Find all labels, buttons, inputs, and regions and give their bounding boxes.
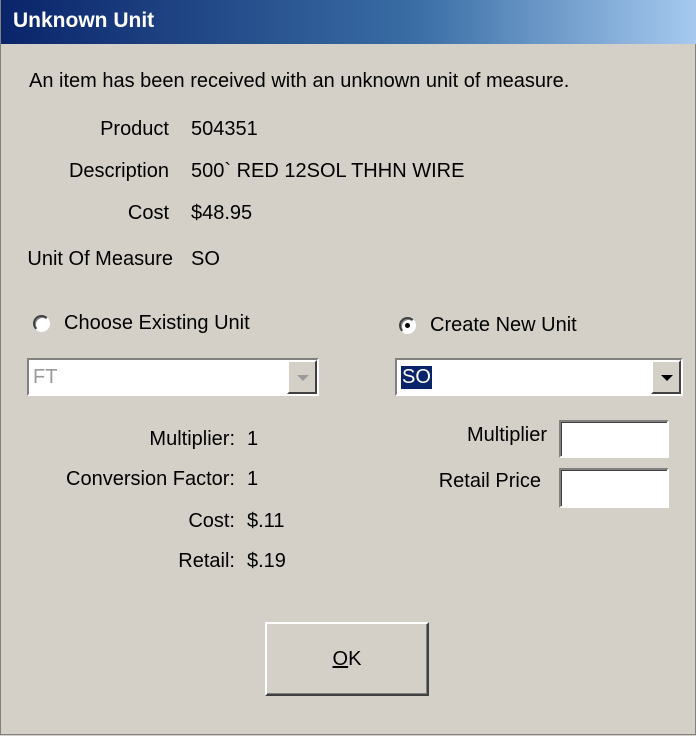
product-value: 504351 bbox=[191, 118, 258, 140]
new-multiplier-label: Multiplier bbox=[466, 424, 547, 446]
existing-unit-dropdown[interactable]: FT bbox=[27, 358, 319, 396]
unknown-unit-dialog: Unknown Unit An item has been received w… bbox=[0, 0, 696, 735]
existing-retail-label: Retail: bbox=[178, 550, 235, 572]
existing-retail-value: $.19 bbox=[247, 550, 286, 572]
choose-existing-unit-label: Choose Existing Unit bbox=[64, 312, 250, 334]
cost-label: Cost bbox=[127, 202, 169, 224]
new-unit-value: SO bbox=[401, 366, 432, 389]
existing-cost-value: $.11 bbox=[247, 510, 285, 532]
new-multiplier-input[interactable] bbox=[559, 420, 669, 458]
product-label: Product bbox=[100, 118, 169, 140]
create-new-unit-radio[interactable]: Create New Unit bbox=[399, 314, 577, 337]
new-unit-dropdown[interactable]: SO bbox=[395, 358, 683, 396]
dialog-title: Unknown Unit bbox=[13, 9, 155, 32]
existing-multiplier-label: Multiplier: bbox=[149, 428, 235, 450]
chevron-down-icon[interactable] bbox=[651, 360, 681, 394]
existing-cost-label: Cost: bbox=[188, 510, 235, 532]
retail-price-input[interactable] bbox=[559, 468, 669, 508]
chevron-down-icon[interactable] bbox=[287, 360, 317, 394]
existing-unit-value: FT bbox=[33, 366, 58, 388]
ok-mnemonic: O bbox=[332, 647, 349, 670]
radio-unchecked-icon bbox=[33, 315, 50, 332]
ok-button[interactable]: OK bbox=[265, 622, 429, 696]
uom-label: Unit Of Measure bbox=[27, 248, 173, 270]
retail-price-label: Retail Price bbox=[438, 470, 541, 492]
choose-existing-unit-radio[interactable]: Choose Existing Unit bbox=[33, 312, 250, 335]
create-new-unit-label: Create New Unit bbox=[430, 314, 577, 336]
description-value: 500` RED 12SOL THHN WIRE bbox=[191, 160, 465, 182]
intro-text: An item has been received with an unknow… bbox=[29, 70, 570, 92]
description-label: Description bbox=[68, 160, 169, 182]
conversion-factor-label: Conversion Factor: bbox=[66, 468, 235, 490]
radio-checked-icon bbox=[399, 317, 416, 334]
title-bar: Unknown Unit bbox=[1, 0, 696, 44]
existing-multiplier-value: 1 bbox=[247, 428, 259, 450]
cost-value: $48.95 bbox=[191, 202, 253, 224]
uom-value: SO bbox=[191, 248, 220, 270]
ok-label-rest: K bbox=[348, 647, 362, 670]
conversion-factor-value: 1 bbox=[247, 468, 259, 490]
